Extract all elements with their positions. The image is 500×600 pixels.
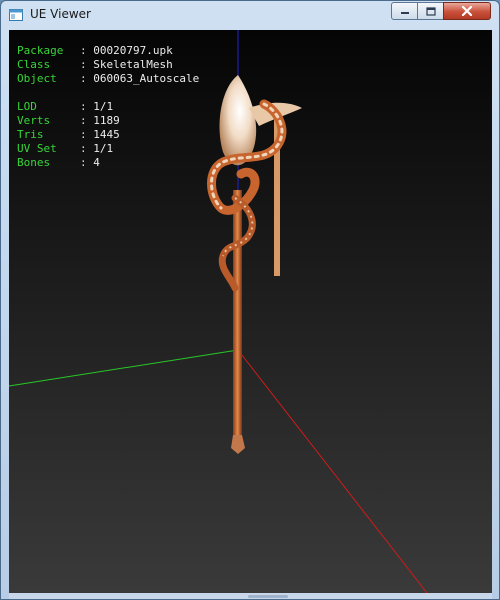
bones-value: 4: [93, 156, 100, 169]
info-value: 1/1: [87, 100, 114, 114]
info-value: 1189: [87, 114, 120, 128]
class-value: SkeletalMesh: [93, 58, 173, 71]
info-label: Class: [17, 58, 51, 71]
info-value: SkeletalMesh: [87, 58, 173, 72]
info-label: Bones: [17, 156, 51, 169]
maximize-icon: [425, 6, 436, 16]
info-label: Tris: [17, 128, 44, 141]
info-row-class: Class: SkeletalMesh: [17, 58, 199, 72]
object-value: 060063_Autoscale: [93, 72, 200, 85]
verts-value: 1189: [93, 114, 120, 127]
window-title: UE Viewer: [30, 7, 91, 21]
info-row-object: Object: 060063_Autoscale: [17, 72, 199, 86]
info-separator: :: [80, 58, 87, 71]
app-icon: [9, 9, 23, 21]
info-label: Verts: [17, 114, 51, 127]
info-value: 00020797.upk: [87, 44, 173, 58]
info-label: LOD: [17, 100, 37, 113]
info-value: 4: [87, 156, 100, 170]
maximize-button[interactable]: [417, 2, 444, 20]
close-button[interactable]: [443, 2, 491, 20]
info-separator: :: [80, 142, 87, 155]
info-value: 1/1: [87, 142, 114, 156]
info-separator: :: [80, 156, 87, 169]
info-value: 060063_Autoscale: [87, 72, 200, 86]
info-value: 1445: [87, 128, 120, 142]
info-row-lod: LOD: 1/1: [17, 100, 199, 114]
info-label: UV Set: [17, 142, 57, 155]
resize-grip[interactable]: [248, 595, 288, 598]
package-value: 00020797.upk: [93, 44, 173, 57]
y-axis-line: [9, 349, 239, 387]
title-bar[interactable]: UE Viewer: [1, 1, 499, 29]
info-separator: :: [80, 72, 87, 85]
info-row-uvset: UV Set: 1/1: [17, 142, 199, 156]
info-separator: :: [80, 114, 87, 127]
info-separator: :: [80, 44, 87, 57]
info-row-tris: Tris: 1445: [17, 128, 199, 142]
info-row-bones: Bones: 4: [17, 156, 199, 170]
3d-viewport[interactable]: Package: 00020797.upk Class: SkeletalMes…: [9, 30, 492, 593]
info-label: Object: [17, 72, 57, 85]
info-separator: :: [80, 128, 87, 141]
mesh-info-overlay: Package: 00020797.upk Class: SkeletalMes…: [17, 44, 199, 170]
info-label: Package: [17, 44, 64, 57]
info-row-verts: Verts: 1189: [17, 114, 199, 128]
minimize-icon: [400, 12, 409, 14]
x-axis-line: [237, 349, 428, 593]
app-window: UE Viewer Package: 00020797.upk Class:…: [0, 0, 500, 600]
uvset-value: 1/1: [93, 142, 114, 155]
minimize-button[interactable]: [391, 2, 418, 20]
skeletal-mesh-staff: [207, 75, 302, 454]
close-icon: [461, 6, 473, 16]
info-separator: :: [80, 100, 87, 113]
lod-value: 1/1: [93, 100, 114, 113]
info-row-package: Package: 00020797.upk: [17, 44, 199, 58]
tris-value: 1445: [93, 128, 120, 141]
